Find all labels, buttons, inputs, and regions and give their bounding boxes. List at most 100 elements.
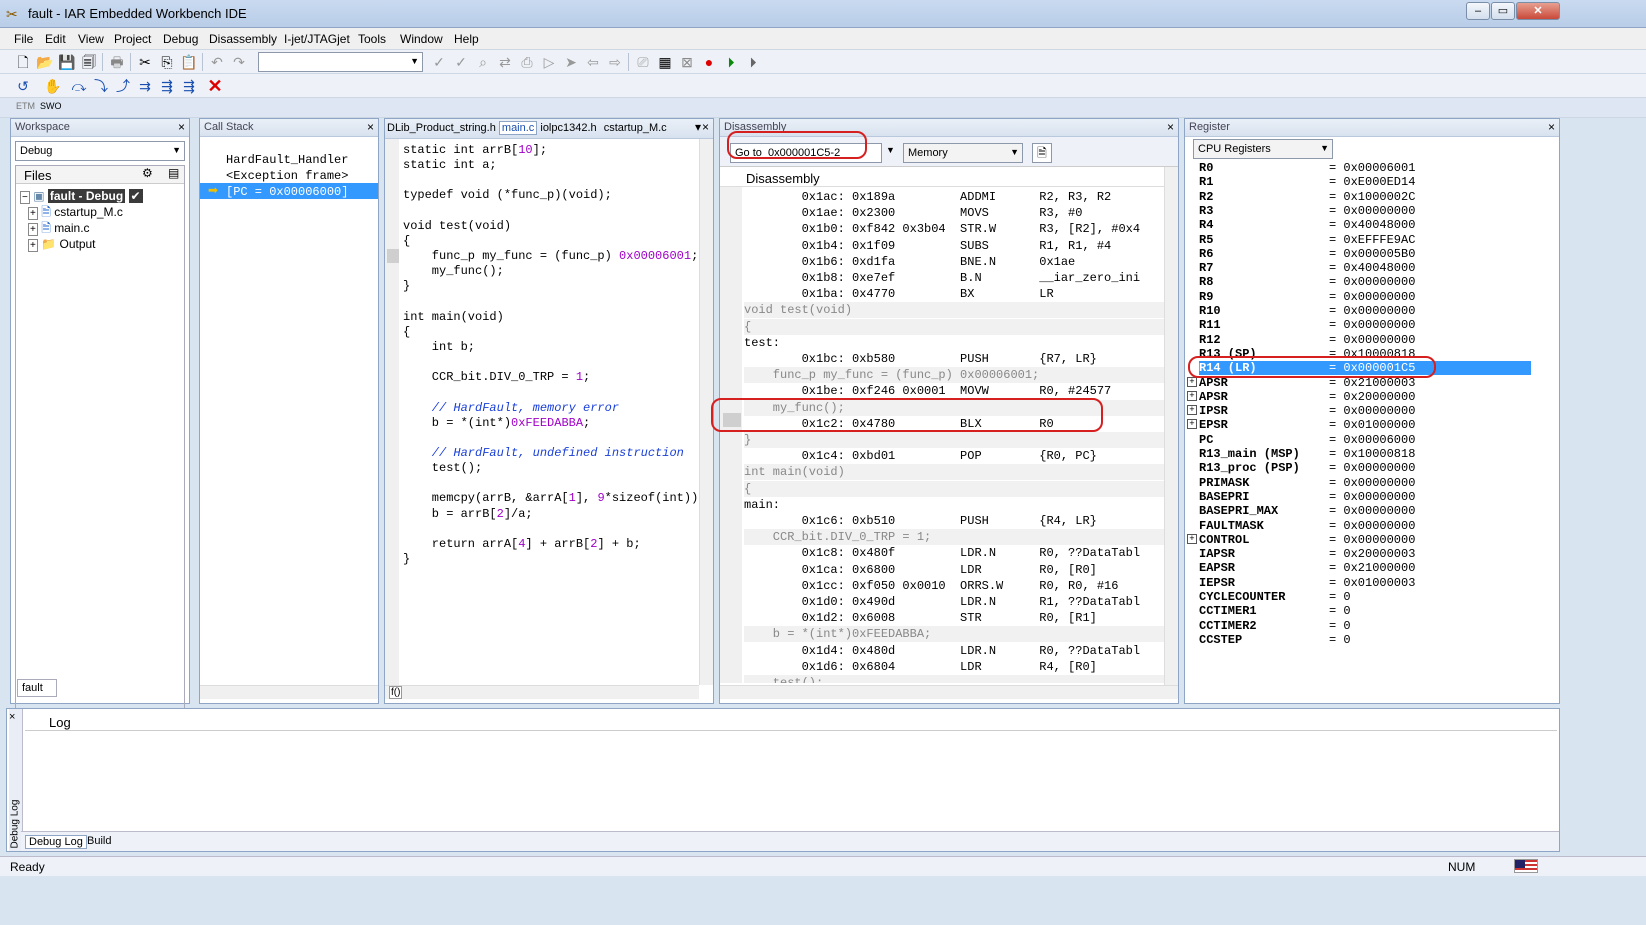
tab-iolpc[interactable]: iolpc1342.h	[540, 122, 596, 134]
instruction-row[interactable]: 0x1b8: 0xe7ef B.N __iar_zero_ini	[744, 270, 1164, 286]
source-line[interactable]: func_p my_func = (func_p) 0x00006001;	[744, 367, 1164, 384]
code-line[interactable]: return arrA[4] + arrB[2] + b;	[403, 537, 641, 552]
close-icon[interactable]: ×	[702, 120, 709, 134]
paste-icon[interactable]: 📋	[180, 53, 198, 71]
register-row[interactable]: APSR = 0x20000000 +	[1187, 390, 1539, 404]
code-line[interactable]: static int arrB[10];	[403, 143, 547, 158]
expand-icon[interactable]: +	[1187, 376, 1197, 387]
code-line[interactable]: int b;	[403, 340, 475, 355]
label-line[interactable]: main:	[744, 497, 1164, 513]
step-out-icon[interactable]: ⤴	[114, 77, 132, 95]
register-row[interactable]: R10 = 0x00000000	[1199, 304, 1539, 318]
register-row[interactable]: PRIMASK = 0x00000000	[1199, 476, 1539, 490]
compile-icon[interactable]: ⎚	[634, 53, 652, 71]
instruction-row[interactable]: 0x1d4: 0x480d LDR.N R0, ??DataTabl	[744, 643, 1164, 659]
menu-view[interactable]: View	[78, 32, 104, 46]
bookmark-icon[interactable]: ▷	[540, 53, 558, 71]
register-row[interactable]: PC = 0x00006000	[1199, 433, 1539, 447]
etm-tab[interactable]: ETM	[16, 101, 35, 111]
callstack-hscroll[interactable]	[200, 685, 378, 699]
reset-icon[interactable]: ↺	[14, 77, 32, 95]
replace-icon[interactable]: ⇄	[496, 53, 514, 71]
instruction-row[interactable]: 0x1ba: 0x4770 BX LR	[744, 286, 1164, 302]
menu-file[interactable]: File	[14, 32, 33, 46]
close-icon[interactable]: ×	[1167, 120, 1174, 134]
workspace-tab-fault[interactable]: fault	[17, 679, 57, 697]
debug-without-download-icon[interactable]: ⏵	[744, 53, 762, 71]
code-line[interactable]: void test(void)	[403, 219, 511, 234]
label-line[interactable]: test:	[744, 335, 1164, 351]
register-row[interactable]: FAULTMASK = 0x00000000	[1199, 519, 1539, 533]
disassembly-listing[interactable]: 0x1ac: 0x189a ADDMI R2, R3, R2 0x1ae: 0x…	[744, 189, 1164, 683]
register-row[interactable]: CCSTEP = 0	[1199, 633, 1539, 647]
register-row[interactable]: EPSR = 0x01000000 +	[1187, 418, 1539, 432]
tree-item-main[interactable]: + 🗎 main.c	[28, 220, 90, 236]
register-row[interactable]: R4 = 0x40048000	[1199, 218, 1539, 232]
register-row[interactable]: CCTIMER2 = 0	[1199, 619, 1539, 633]
download-debug-icon[interactable]: ⏵	[722, 53, 740, 71]
editor-hscroll[interactable]: f()	[385, 685, 699, 699]
register-row[interactable]: R7 = 0x40048000	[1199, 261, 1539, 275]
tab-build[interactable]: Build	[87, 835, 111, 847]
tab-cstartup[interactable]: cstartup_M.c	[604, 122, 667, 134]
menu-disassembly[interactable]: Disassembly	[209, 32, 277, 46]
frame-2[interactable]: [PC = 0x00006000]	[226, 185, 348, 199]
register-group-select[interactable]: CPU Registers ▼	[1193, 139, 1333, 159]
tab-dlib[interactable]: DLib_Product_string.h	[387, 122, 496, 134]
instruction-row[interactable]: 0x1cc: 0xf050 0x0010 ORRS.W R0, R0, #16	[744, 578, 1164, 594]
menu-window[interactable]: Window	[400, 32, 443, 46]
instruction-row[interactable]: 0x1c8: 0x480f LDR.N R0, ??DataTabl	[744, 545, 1164, 561]
register-row[interactable]: IAPSR = 0x20000003	[1199, 547, 1539, 561]
code-line[interactable]: }	[403, 552, 410, 567]
source-line[interactable]: }	[744, 432, 1164, 448]
register-row[interactable]: R13_main (MSP) = 0x10000818	[1199, 447, 1539, 461]
function-list-icon[interactable]: f()	[389, 686, 403, 699]
source-line[interactable]: {	[744, 318, 1164, 335]
code-line[interactable]: }	[403, 279, 410, 294]
menu-tools[interactable]: Tools	[358, 32, 386, 46]
register-row[interactable]: EAPSR = 0x21000000	[1199, 561, 1539, 575]
disasm-vscroll[interactable]	[1164, 167, 1178, 685]
make-icon[interactable]: ▦	[656, 53, 674, 71]
instruction-row[interactable]: 0x1ca: 0x6800 LDR R0, [R0]	[744, 562, 1164, 578]
register-row[interactable]: R2 = 0x1000002C	[1199, 190, 1539, 204]
register-row[interactable]: R1 = 0xE000ED14	[1199, 175, 1539, 189]
break-icon[interactable]: ✋	[44, 77, 62, 95]
memory-select[interactable]: Memory ▼	[903, 143, 1023, 163]
disasm-hscroll[interactable]	[720, 685, 1178, 699]
print-icon[interactable]: 🖶	[108, 53, 126, 71]
code-line[interactable]: memcpy(arrB, &arrA[1], 9*sizeof(int));	[403, 491, 706, 506]
instruction-row[interactable]: 0x1b4: 0x1f09 SUBS R1, R1, #4	[744, 238, 1164, 254]
maximize-button[interactable]: ▭	[1491, 2, 1515, 20]
tabs-dropdown-icon[interactable]: ▾	[695, 120, 701, 134]
instruction-row[interactable]: 0x1c6: 0xb510 PUSH {R4, LR}	[744, 513, 1164, 529]
save-icon[interactable]: 💾	[58, 53, 76, 71]
instruction-row[interactable]: 0x1b0: 0xf842 0x3b04 STR.W R3, [R2], #0x…	[744, 221, 1164, 237]
cut-icon[interactable]: ✂	[136, 53, 154, 71]
register-row[interactable]: R12 = 0x00000000	[1199, 333, 1539, 347]
stop-debugging-icon[interactable]: ✕	[206, 77, 224, 95]
breakpoint-icon[interactable]: ●	[700, 53, 718, 71]
code-line[interactable]: // HardFault, memory error	[403, 401, 619, 416]
instruction-row[interactable]: 0x1be: 0xf246 0x0001 MOVW R0, #24577	[744, 383, 1164, 399]
source-line[interactable]: CCR_bit.DIV_0_TRP = 1;	[744, 529, 1164, 546]
frame-1[interactable]: <Exception frame>	[226, 169, 348, 183]
register-row[interactable]: R13_proc (PSP) = 0x00000000	[1199, 461, 1539, 475]
code-line[interactable]: {	[403, 234, 410, 249]
instruction-row[interactable]: 0x1bc: 0xb580 PUSH {R7, LR}	[744, 351, 1164, 367]
expand-icon[interactable]: +	[1187, 533, 1197, 544]
expand-icon[interactable]: +	[1187, 419, 1197, 430]
nav-back-icon[interactable]: ⇦	[584, 53, 602, 71]
options-icon[interactable]: ⚙	[142, 166, 153, 180]
instruction-row[interactable]: 0x1ac: 0x189a ADDMI R2, R3, R2	[744, 189, 1164, 205]
instruction-row[interactable]: 0x1b6: 0xd1fa BNE.N 0x1ae	[744, 254, 1164, 270]
register-row[interactable]: R0 = 0x00006001	[1199, 161, 1539, 175]
source-line[interactable]: b = *(int*)0xFEEDABBA;	[744, 626, 1164, 643]
minimize-button[interactable]: –	[1466, 2, 1490, 20]
code-line[interactable]: my_func();	[403, 264, 504, 279]
frame-0[interactable]: HardFault_Handler	[226, 153, 348, 167]
swo-tab[interactable]: SWO	[40, 101, 62, 111]
register-row[interactable]: CYCLECOUNTER = 0	[1199, 590, 1539, 604]
register-row[interactable]: R3 = 0x00000000	[1199, 204, 1539, 218]
expand-icon[interactable]: +	[1187, 390, 1197, 401]
